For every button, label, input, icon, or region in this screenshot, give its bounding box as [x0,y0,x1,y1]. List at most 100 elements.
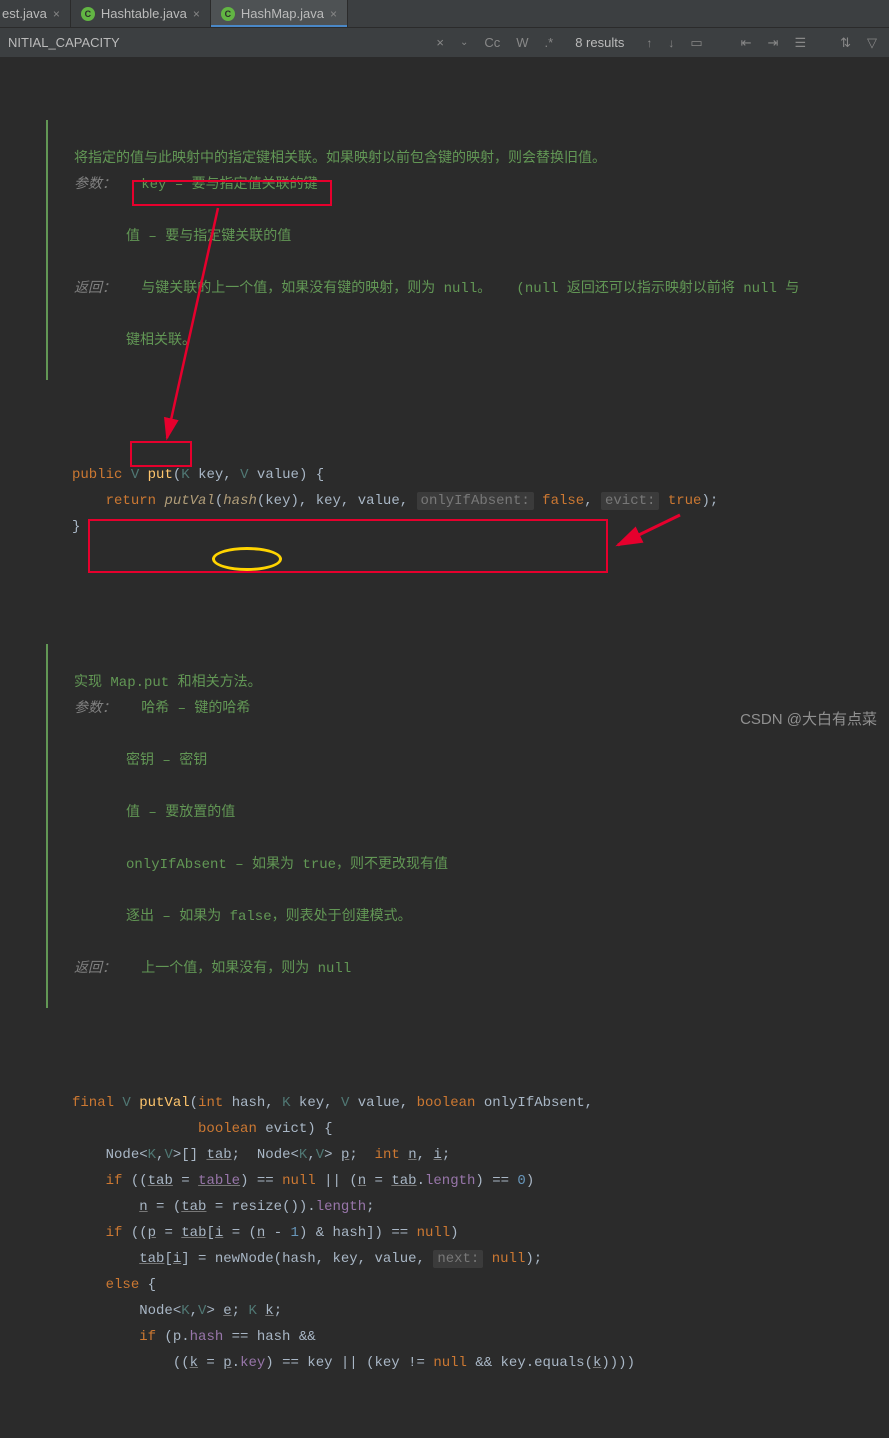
tab-bar: est.java × C Hashtable.java × C HashMap.… [0,0,889,28]
type: V [198,1303,206,1319]
kw-public: public [72,467,122,483]
method-putVal: final V putVal(int hash, K key, V value,… [20,1064,889,1376]
whole-word-toggle[interactable]: W [512,33,532,52]
type: K [299,1147,307,1163]
tab-label: HashMap.java [241,6,324,21]
param-hint: onlyIfAbsent: [417,492,534,510]
param: value [358,1095,400,1111]
var: tab [181,1225,206,1241]
type: V [122,1095,130,1111]
kw-int: int [198,1095,223,1111]
var: n [358,1173,366,1189]
val: false [542,493,584,509]
type: K [148,1147,156,1163]
param-hint: next: [433,1250,483,1268]
kw-null: null [282,1173,316,1189]
var: k [593,1355,601,1371]
type: K [181,1303,189,1319]
method-name: putVal [139,1095,189,1111]
kw-if: if [139,1329,156,1345]
var: i [433,1147,441,1163]
param-hint: evict: [601,492,659,510]
num: 1 [291,1225,299,1241]
kw-else: else [106,1277,140,1293]
close-find-icon[interactable]: × [432,33,448,52]
doc-text: 实现 Map.put 和相关方法。 [74,675,262,691]
toolbar-icon-3[interactable]: ☰ [790,33,810,53]
var: n [408,1147,416,1163]
var: n [139,1199,147,1215]
type-node: Node [106,1147,140,1163]
tab-hashtable[interactable]: C Hashtable.java × [71,0,211,27]
type: V [341,1095,349,1111]
kw-boolean: boolean [198,1121,257,1137]
tab-label: Hashtable.java [101,6,187,21]
var: p [223,1355,231,1371]
param: value [257,467,299,483]
doc-returns-label: 返回： [74,961,116,977]
find-input[interactable]: NITIAL_CAPACITY [8,35,432,50]
close-icon[interactable]: × [330,7,337,21]
var: tab [391,1173,416,1189]
var: tab [148,1173,173,1189]
kw-if: if [106,1225,123,1241]
tab-hashmap[interactable]: C HashMap.java × [211,0,348,27]
var: n [257,1225,265,1241]
param: evict [265,1121,307,1137]
param: hash [232,1095,266,1111]
type: V [240,467,248,483]
var: k [190,1355,198,1371]
filter-icon[interactable]: ⇅ [836,33,855,53]
kw-if: if [106,1173,123,1189]
watermark: CSDN @大白有点菜 [740,708,877,729]
doc-params-label: 参数： [74,701,116,717]
close-icon[interactable]: × [53,7,60,21]
code-editor[interactable]: 将指定的值与此映射中的指定键相关联。如果映射以前包含键的映射，则会替换旧值。 参… [0,58,889,1438]
select-all-icon[interactable]: ▭ [686,33,706,53]
var: tab [206,1147,231,1163]
type: V [131,467,139,483]
var: i [215,1225,223,1241]
num: 0 [517,1173,525,1189]
doc-params-label: 参数： [74,177,116,193]
kw-return: return [106,493,156,509]
tab-label: est.java [2,6,47,21]
type-node: Node [257,1147,291,1163]
tab-est[interactable]: est.java × [0,0,71,27]
param: key [299,1095,324,1111]
call: hash [223,493,257,509]
toolbar-icon-1[interactable]: ⇤ [737,33,756,53]
type: V [316,1147,324,1163]
match-case-toggle[interactable]: Cc [480,33,504,52]
close-icon[interactable]: × [193,7,200,21]
type: K [181,467,189,483]
call: newNode [215,1251,274,1267]
param: onlyIfAbsent [484,1095,585,1111]
type-node: Node [139,1303,173,1319]
var: e [223,1303,231,1319]
type: V [164,1147,172,1163]
method-put: public V put(K key, V value) { return pu… [20,436,889,540]
field: hash [190,1329,224,1345]
var: tab [139,1251,164,1267]
next-match-icon[interactable]: ↓ [664,34,678,52]
toolbar-icon-2[interactable]: ⇥ [764,33,783,53]
kw-int: int [375,1147,400,1163]
javadoc-block: 将指定的值与此映射中的指定键相关联。如果映射以前包含键的映射，则会替换旧值。 参… [46,120,889,380]
prev-match-icon[interactable]: ↑ [642,34,656,52]
type: K [248,1303,256,1319]
type: K [282,1095,290,1111]
var: p [341,1147,349,1163]
kw-null: null [492,1251,526,1267]
javadoc-block: 实现 Map.put 和相关方法。 参数： 哈希 – 键的哈希 密钥 – 密钥 … [46,644,889,1008]
doc-param: 哈希 – 键的哈希 [141,701,250,717]
doc-return: 与键关联的上一个值，如果没有键的映射，则为 null。 (null 返回还可以指… [141,281,799,297]
doc-param: key – 要与指定值关联的键 [141,177,317,193]
find-bar: NITIAL_CAPACITY × ⌄ Cc W .* 8 results ↑ … [0,28,889,58]
find-results-count: 8 results [557,35,642,50]
doc-param: 密钥 – 密钥 [126,753,207,769]
find-dropdown-icon[interactable]: ⌄ [456,35,472,50]
regex-toggle[interactable]: .* [541,33,558,52]
settings-icon[interactable]: ▽ [863,33,881,53]
doc-returns-label: 返回： [74,281,116,297]
